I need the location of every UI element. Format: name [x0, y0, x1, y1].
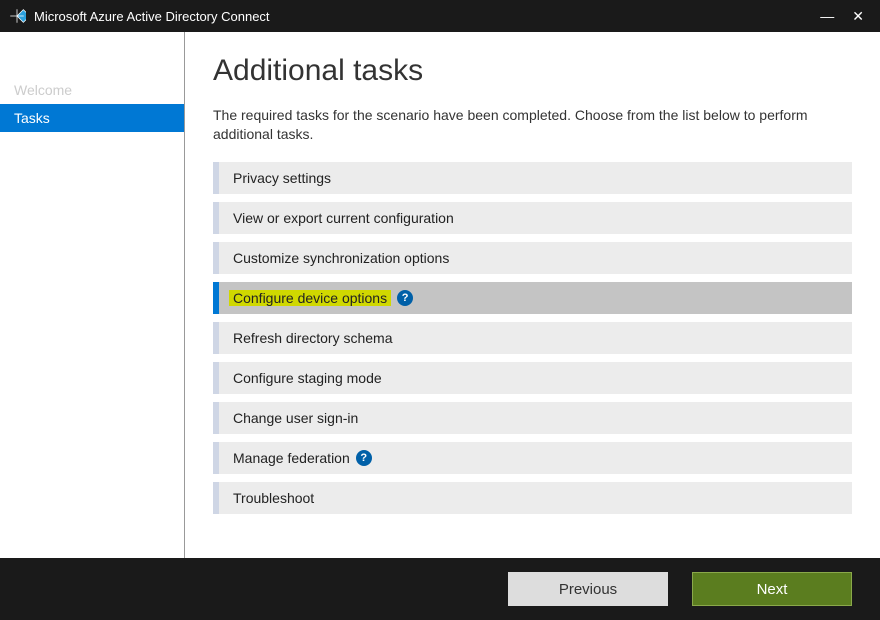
- close-icon[interactable]: ✕: [852, 9, 864, 23]
- task-label: Customize synchronization options: [219, 250, 449, 266]
- main-content: Additional tasks The required tasks for …: [185, 32, 880, 558]
- task-item[interactable]: View or export current configuration: [213, 202, 852, 234]
- minimize-icon[interactable]: —: [820, 9, 834, 23]
- task-label: View or export current configuration: [219, 210, 454, 226]
- task-label: Change user sign-in: [219, 410, 358, 426]
- help-icon[interactable]: ?: [356, 450, 372, 466]
- task-item[interactable]: Configure staging mode: [213, 362, 852, 394]
- page-description: The required tasks for the scenario have…: [213, 106, 852, 144]
- task-item[interactable]: Customize synchronization options: [213, 242, 852, 274]
- sidebar-item-tasks[interactable]: Tasks: [0, 104, 184, 132]
- task-list: Privacy settings View or export current c…: [213, 162, 852, 514]
- task-label: Manage federation: [219, 450, 350, 466]
- task-label: Privacy settings: [219, 170, 331, 186]
- sidebar-item-welcome[interactable]: Welcome: [0, 76, 184, 104]
- sidebar: WelcomeTasks: [0, 32, 185, 558]
- task-item[interactable]: Refresh directory schema: [213, 322, 852, 354]
- window-controls: — ✕: [820, 9, 872, 23]
- task-item[interactable]: Privacy settings: [213, 162, 852, 194]
- help-icon[interactable]: ?: [397, 290, 413, 306]
- next-button[interactable]: Next: [692, 572, 852, 606]
- task-accent: [213, 282, 219, 314]
- task-label: Configure device options: [229, 290, 391, 306]
- app-icon: [8, 7, 26, 25]
- titlebar: Microsoft Azure Active Directory Connect…: [0, 0, 880, 32]
- task-label: Configure staging mode: [219, 370, 382, 386]
- task-item[interactable]: Manage federation?: [213, 442, 852, 474]
- task-item[interactable]: Configure device options?: [213, 282, 852, 314]
- previous-button[interactable]: Previous: [508, 572, 668, 606]
- task-item[interactable]: Change user sign-in: [213, 402, 852, 434]
- body: WelcomeTasks Additional tasks The requir…: [0, 32, 880, 558]
- task-item[interactable]: Troubleshoot: [213, 482, 852, 514]
- footer: Previous Next: [0, 558, 880, 620]
- task-label: Refresh directory schema: [219, 330, 393, 346]
- page-title: Additional tasks: [213, 54, 852, 88]
- task-label: Troubleshoot: [219, 490, 314, 506]
- window-title: Microsoft Azure Active Directory Connect: [34, 9, 820, 24]
